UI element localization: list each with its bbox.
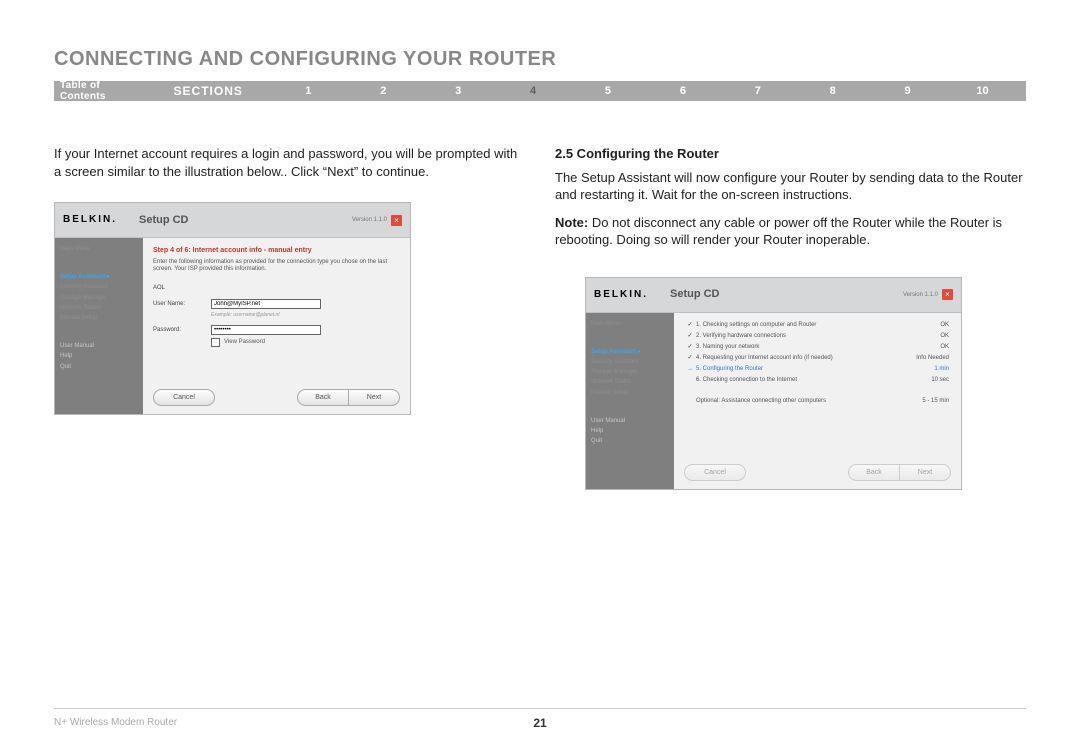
close-icon[interactable]: × <box>942 289 953 300</box>
page-title: CONNECTING AND CONFIGURING YOUR ROUTER <box>54 48 1026 71</box>
check-icon: ✓ <box>684 354 696 362</box>
step-status: Info Needed <box>901 354 951 362</box>
check-icon: ✓ <box>684 321 696 329</box>
toc-link[interactable]: Table of Contents <box>60 80 148 102</box>
page-number: 21 <box>533 716 546 730</box>
sidebar-item-user-manual[interactable]: User Manual <box>60 341 138 351</box>
sidebar-item-help[interactable]: Help <box>60 351 138 361</box>
username-field[interactable] <box>211 299 321 309</box>
password-field[interactable] <box>211 325 321 335</box>
section-link-7[interactable]: 7 <box>720 85 795 97</box>
sections-navbar: Table of Contents SECTIONS 12345678910 <box>54 81 1026 101</box>
next-button[interactable]: Next <box>348 389 400 406</box>
sidebar-item-setup-assistant[interactable]: Setup Assistant ▸ <box>591 347 669 357</box>
username-example: Example: username@planet.nl <box>211 312 400 319</box>
step-description: Enter the following information as provi… <box>153 259 400 275</box>
window-title: Setup CD <box>125 213 352 228</box>
section-heading: 2.5 Configuring the Router <box>555 145 1026 163</box>
sidebar-item-storage-manager[interactable]: Storage Manager <box>591 367 669 377</box>
sidebar-item-manual-setup[interactable]: Manual Setup <box>591 388 669 398</box>
optional-status: 5 - 15 min <box>901 397 951 405</box>
optional-text: Optional: Assistance connecting other co… <box>696 397 901 405</box>
note-paragraph: Note: Do not disconnect any cable or pow… <box>555 214 1026 249</box>
step-status: OK <box>901 321 951 329</box>
sidebar-item-setup-assistant[interactable]: Setup Assistant ▸ <box>60 272 138 282</box>
step-text: 2. Verifying hardware connections <box>696 332 901 340</box>
password-label: Password: <box>153 326 211 334</box>
step-text: 1. Checking settings on computer and Rou… <box>696 321 901 329</box>
step-text: 5. Configuring the Router <box>696 365 901 373</box>
sidebar-item-manual-setup[interactable]: Manual Setup <box>60 313 138 323</box>
sidebar-main-menu: Main Menu <box>591 319 669 329</box>
step-text: 3. Naming your network <box>696 343 901 351</box>
close-icon[interactable]: × <box>391 215 402 226</box>
right-column: 2.5 Configuring the Router The Setup Ass… <box>555 145 1026 490</box>
next-button: Next <box>899 464 951 481</box>
step-status: OK <box>901 343 951 351</box>
screenshot-account-info: BELKIN. Setup CD Version 1.1.0 × Main Me… <box>54 202 411 415</box>
version-label: Version 1.1.0 <box>352 216 387 224</box>
step-status: 10 sec <box>901 376 951 384</box>
section-link-8[interactable]: 8 <box>795 85 870 97</box>
sidebar-item-security-assistant[interactable]: Security Assistant <box>60 282 138 292</box>
section-link-2[interactable]: 2 <box>346 85 421 97</box>
step-status: 1 min <box>901 365 951 373</box>
section-link-10[interactable]: 10 <box>945 85 1020 97</box>
sidebar-main-menu: Main Menu <box>60 244 138 254</box>
note-text: Do not disconnect any cable or power off… <box>555 215 1002 248</box>
section-paragraph: The Setup Assistant will now configure y… <box>555 169 1026 204</box>
section-link-6[interactable]: 6 <box>645 85 720 97</box>
step-heading: Step 4 of 6: Internet account info - man… <box>153 246 400 255</box>
cancel-button: Cancel <box>684 464 746 481</box>
sidebar-item-storage-manager[interactable]: Storage Manager <box>60 293 138 303</box>
left-column: If your Internet account requires a logi… <box>54 145 525 490</box>
version-label: Version 1.1.0 <box>903 291 938 299</box>
cancel-button[interactable]: Cancel <box>153 389 215 406</box>
sidebar-item-help[interactable]: Help <box>591 426 669 436</box>
section-link-4[interactable]: 4 <box>496 85 571 97</box>
checkbox-icon <box>211 338 220 347</box>
belkin-logo: BELKIN. <box>594 288 656 302</box>
sections-label: SECTIONS <box>174 84 243 98</box>
step-status: OK <box>901 332 951 340</box>
section-link-3[interactable]: 3 <box>421 85 496 97</box>
view-password-checkbox[interactable]: View Password <box>211 338 400 347</box>
check-icon: ✓ <box>684 343 696 351</box>
step-text: 6. Checking connection to the Internet <box>696 376 901 384</box>
sidebar: Main Menu Setup Assistant ▸ Security Ass… <box>586 313 674 489</box>
screenshot-configuring: BELKIN. Setup CD Version 1.1.0 × Main Me… <box>585 277 962 490</box>
sidebar-item-quit[interactable]: Quit <box>60 362 138 372</box>
section-link-1[interactable]: 1 <box>271 85 346 97</box>
view-password-label: View Password <box>224 338 265 346</box>
sidebar-item-user-manual[interactable]: User Manual <box>591 416 669 426</box>
section-link-9[interactable]: 9 <box>870 85 945 97</box>
product-name: N+ Wireless Modem Router <box>54 717 177 728</box>
step-text: 4. Requesting your Internet account info… <box>696 354 901 362</box>
belkin-logo: BELKIN. <box>63 213 125 227</box>
window-title: Setup CD <box>656 287 903 302</box>
sidebar-item-security-assistant[interactable]: Security Assistant <box>591 357 669 367</box>
sidebar: Main Menu Setup Assistant ▸ Security Ass… <box>55 238 143 414</box>
username-label: User Name: <box>153 300 211 308</box>
page-footer: N+ Wireless Modem Router 21 <box>54 708 1026 728</box>
check-icon: ✓ <box>684 332 696 340</box>
back-button[interactable]: Back <box>297 389 348 406</box>
arrow-icon: → <box>684 365 696 373</box>
progress-steps: ✓1. Checking settings on computer and Ro… <box>684 321 951 406</box>
intro-paragraph: If your Internet account requires a logi… <box>54 145 525 180</box>
isp-name: AOL <box>153 284 211 292</box>
back-button: Back <box>848 464 899 481</box>
section-link-5[interactable]: 5 <box>571 85 646 97</box>
sidebar-item-network-status[interactable]: Network Status <box>591 377 669 387</box>
note-label: Note: <box>555 215 588 230</box>
sidebar-item-network-status[interactable]: Network Status <box>60 303 138 313</box>
sidebar-item-quit[interactable]: Quit <box>591 436 669 446</box>
